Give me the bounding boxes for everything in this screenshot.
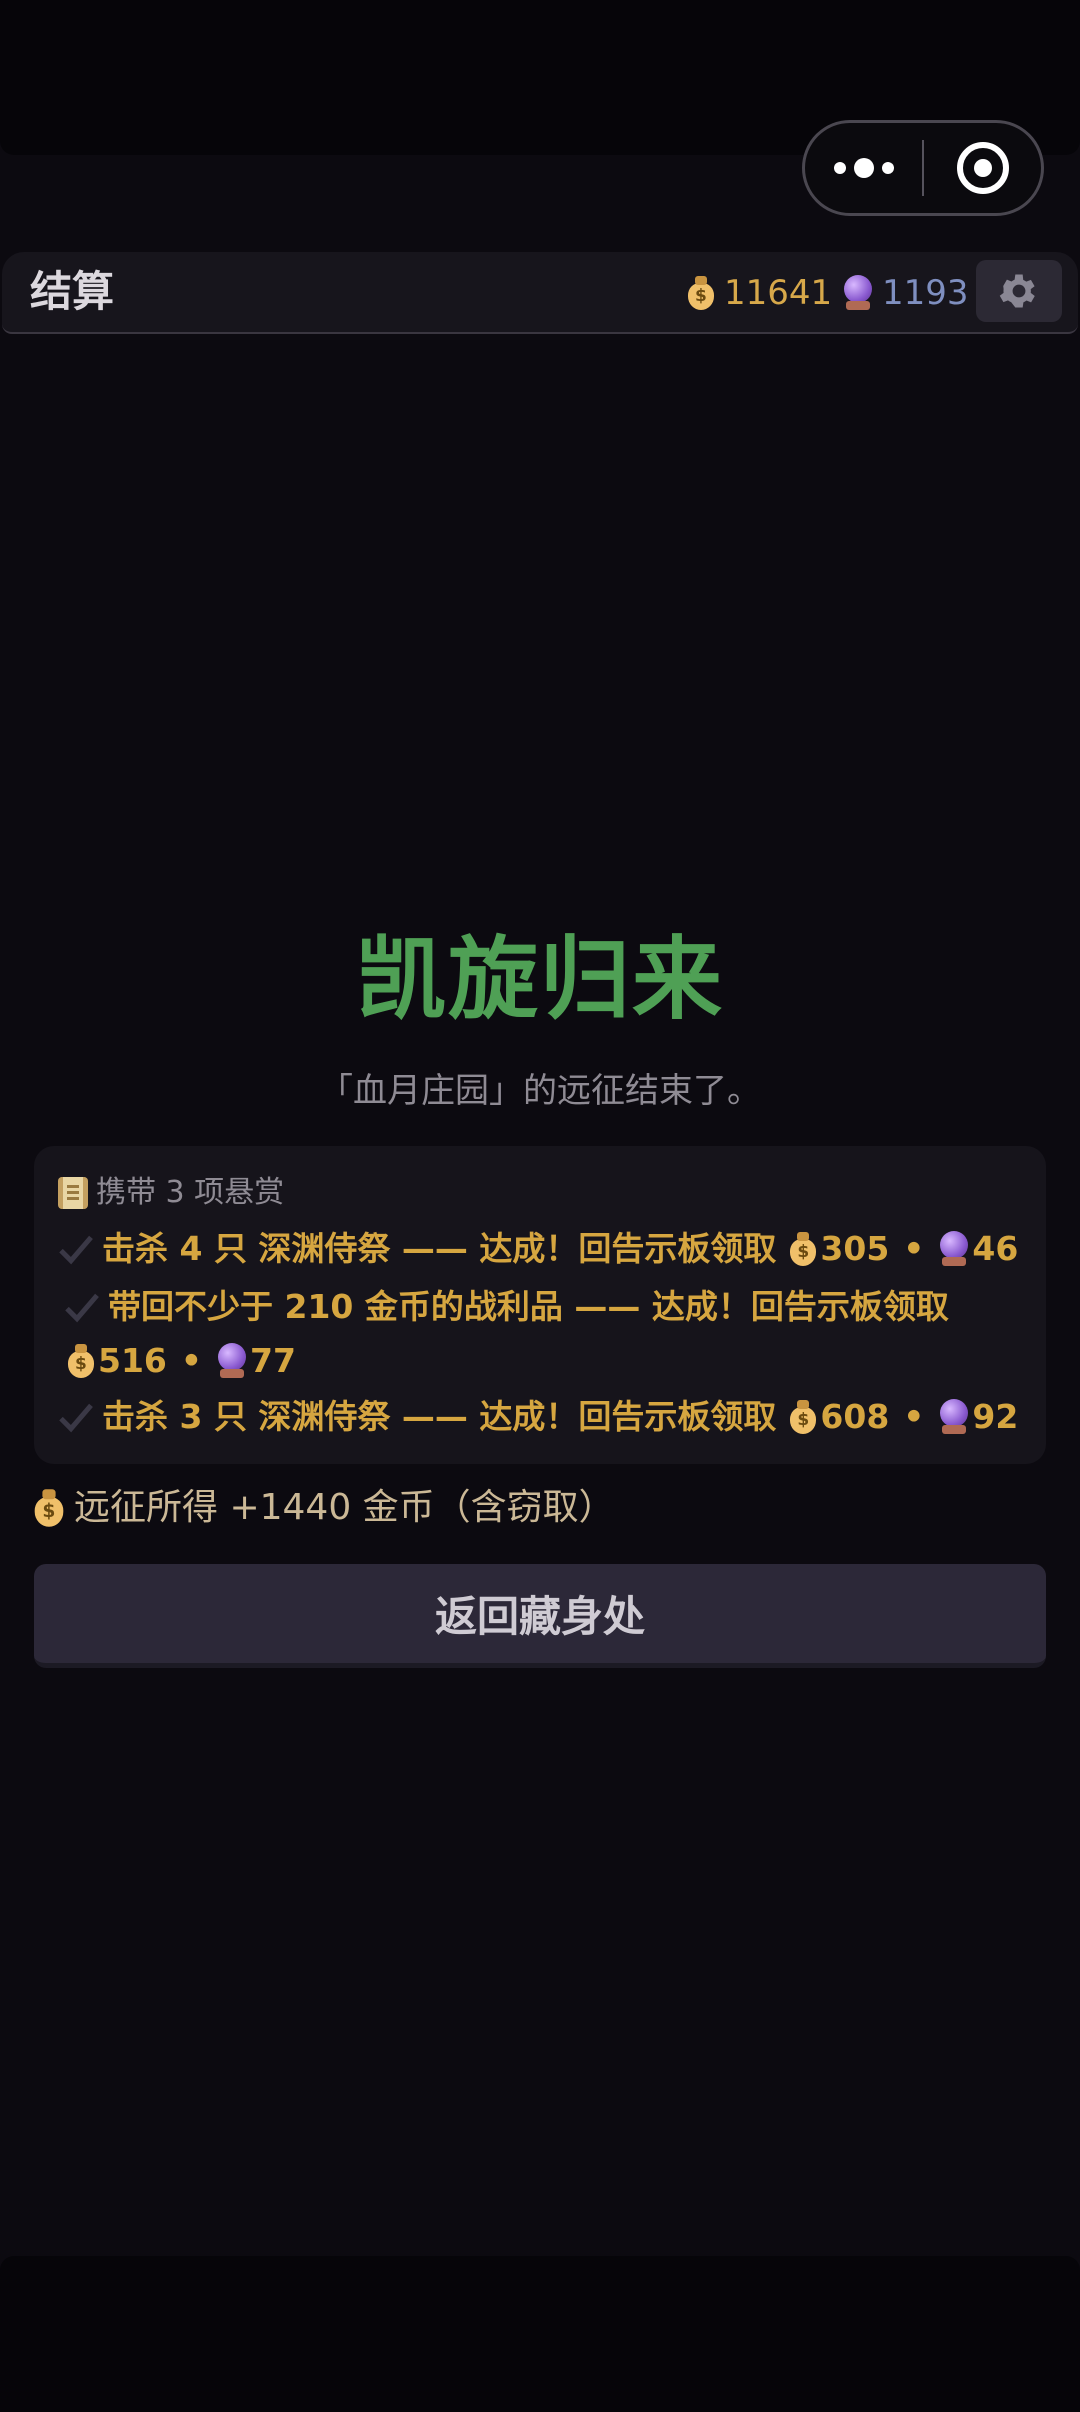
earnings-text: 远征所得 +1440 金币（含窃取） <box>74 1487 615 1528</box>
money-bag-icon <box>788 1231 818 1267</box>
settings-button[interactable] <box>976 260 1062 322</box>
orb-amount: 1193 <box>882 273 969 313</box>
settlement-screen: 结算 11641 1193 凯旋归来 「血月庄园」的远征结束了。 携带 3 项悬… <box>0 0 1080 2412</box>
close-mini-program-button[interactable] <box>924 123 1041 213</box>
orb-balance: 1193 <box>842 270 969 316</box>
bounty-gold-reward: 305 <box>820 1229 890 1268</box>
crystal-ball-icon <box>938 1231 970 1267</box>
more-icon <box>833 162 846 174</box>
money-bag-icon <box>66 1343 96 1379</box>
gold-amount: 11641 <box>724 273 833 313</box>
gear-icon <box>999 274 1035 308</box>
mini-program-capsule <box>802 120 1044 216</box>
check-icon <box>65 1293 99 1323</box>
bounty-panel: 携带 3 项悬赏 击杀 4 只 深渊侍祭 —— 达成！回告示板领取 305 • … <box>34 1146 1046 1464</box>
more-menu-button[interactable] <box>805 123 922 213</box>
expedition-earnings: 远征所得 +1440 金币（含窃取） <box>34 1480 615 1536</box>
money-bag-icon <box>788 1399 818 1435</box>
bounty-item: 击杀 4 只 深渊侍祭 —— 达成！回告示板领取 305 • 46 <box>56 1222 1026 1276</box>
bounty-text: 击杀 4 只 深渊侍祭 —— 达成！回告示板领取 <box>102 1229 777 1268</box>
crystal-ball-icon <box>938 1399 970 1435</box>
victory-headline: 凯旋归来 <box>356 927 724 1032</box>
top-bar: 结算 11641 1193 <box>2 252 1078 334</box>
bounty-orb-reward: 46 <box>972 1229 1019 1268</box>
bounty-orb-reward: 77 <box>249 1341 296 1380</box>
page-title: 结算 <box>30 267 115 316</box>
gold-balance: 11641 <box>686 270 832 316</box>
bottom-safe-area <box>0 2256 1080 2412</box>
scroll-icon <box>58 1177 88 1209</box>
bounty-gold-reward: 608 <box>820 1397 890 1436</box>
bounty-orb-reward: 92 <box>972 1397 1019 1436</box>
reward-separator: • <box>180 1341 202 1380</box>
bounty-item: 带回不少于 210 金币的战利品 —— 达成！回告示板领取 516 • 77 <box>56 1280 1016 1388</box>
expedition-subtitle: 「血月庄园」的远征结束了。 <box>319 1071 761 1111</box>
bounty-heading: 携带 3 项悬赏 <box>58 1172 284 1214</box>
bounty-text: 带回不少于 210 金币的战利品 —— 达成！回告示板领取 <box>108 1287 949 1326</box>
bounty-gold-reward: 516 <box>98 1341 167 1380</box>
check-icon <box>59 1403 93 1433</box>
reward-separator: • <box>903 1397 925 1436</box>
money-bag-icon <box>33 1488 66 1528</box>
bounty-item: 击杀 3 只 深渊侍祭 —— 达成！回告示板领取 608 • 92 <box>56 1390 1026 1444</box>
reward-separator: • <box>903 1229 925 1268</box>
crystal-ball-icon <box>842 275 874 311</box>
target-icon <box>956 142 1009 194</box>
money-bag-icon <box>686 275 716 311</box>
crystal-ball-icon <box>216 1343 248 1379</box>
return-to-hideout-button[interactable]: 返回藏身处 <box>34 1564 1046 1668</box>
bounty-text: 击杀 3 只 深渊侍祭 —— 达成！回告示板领取 <box>102 1397 777 1436</box>
check-icon <box>59 1235 93 1265</box>
bounty-heading-text: 携带 3 项悬赏 <box>96 1175 285 1210</box>
